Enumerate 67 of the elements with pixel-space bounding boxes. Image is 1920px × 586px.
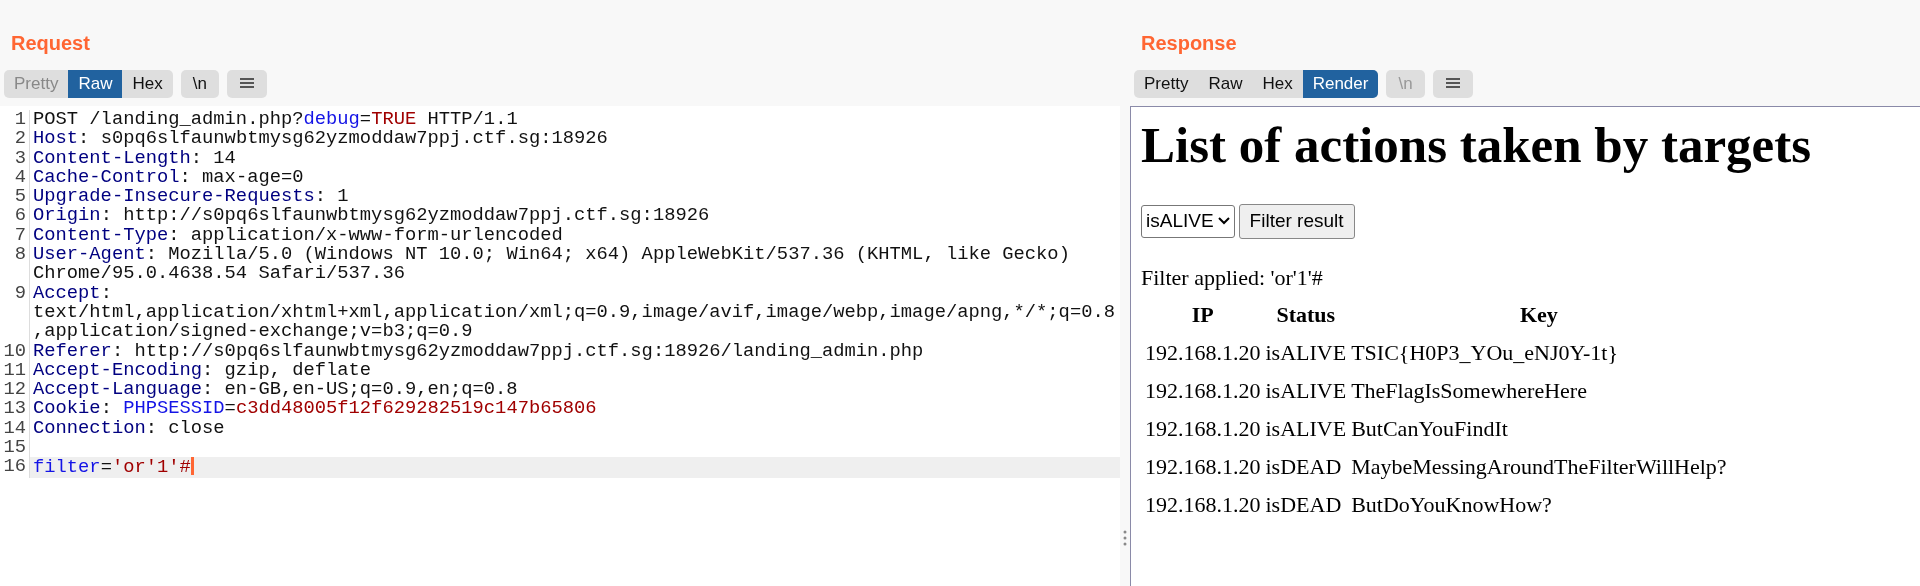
filter-select[interactable]: isALIVE xyxy=(1141,205,1235,238)
filter-applied-text: Filter applied: 'or'1'# xyxy=(1141,263,1324,292)
table-cell-text: TSIC{H0P3_YOu_eNJ0Y-1t} xyxy=(1350,338,1619,367)
panel-title: Response xyxy=(1140,31,1238,56)
column-header: Status xyxy=(1275,300,1337,329)
line-number: 1 xyxy=(0,110,30,130)
panel-title: Request xyxy=(10,31,91,56)
column-header: Key xyxy=(1518,300,1559,329)
code-line: Accept: text/html,application/xhtml+xml,application/xml;q=0.9,image/avif,image/webp,image/apng,*/*;q=0.8,application/signed-exchange;v=b3;q=0.9 xyxy=(32,283,1116,342)
view-tab[interactable]: Hex xyxy=(1252,70,1303,98)
menu-button[interactable] xyxy=(1432,70,1473,98)
table-cell-text: isALIVE xyxy=(1264,338,1348,367)
line-number: 2 xyxy=(0,129,30,149)
text-cursor xyxy=(190,457,194,476)
code-line: Accept-Encoding: gzip, deflate xyxy=(32,360,372,381)
line-number: 15 xyxy=(0,438,30,458)
table-cell-text: isALIVE xyxy=(1264,376,1348,405)
line-number: 8 xyxy=(0,245,30,284)
table-cell-text: 192.168.1.20 xyxy=(1144,376,1262,405)
code-line: Content-Length: 14 xyxy=(32,148,236,168)
table-cell-text: TheFlagIsSomewhereHere xyxy=(1350,376,1588,405)
line-number: 4 xyxy=(0,167,30,188)
table-cell-text: ButCanYouFindIt xyxy=(1350,414,1509,443)
table-cell-text: MaybeMessingAroundTheFilterWillHelp? xyxy=(1350,452,1728,481)
dropdown-caret-icon xyxy=(1217,217,1230,226)
code-line: Connection: close xyxy=(32,418,226,439)
line-number: 13 xyxy=(0,399,30,419)
menu-icon xyxy=(1444,76,1461,90)
code-line: Cookie: PHPSESSID=c3dd48005f12f629282519c147b65806 xyxy=(32,399,598,419)
line-number: 14 xyxy=(0,418,30,439)
table-cell-text: 192.168.1.20 xyxy=(1144,414,1262,443)
filter-result-button[interactable]: Filter result xyxy=(1238,204,1355,239)
code-line: Origin: http://s0pq6slfaunwbtmysg62yzmoddaw7ppj.ctf.sg:18926 xyxy=(32,206,711,226)
line-number: 6 xyxy=(0,206,30,226)
view-tab[interactable]: Raw xyxy=(1198,70,1253,98)
code-line: POST /landing_admin.php?debug=TRUE HTTP/1.1 xyxy=(32,110,519,130)
table-cell-text: 192.168.1.20 xyxy=(1144,452,1262,481)
table-cell-text: isALIVE xyxy=(1264,414,1348,443)
code-line: Content-Type: application/x-www-form-urlencoded xyxy=(32,225,563,246)
code-line: Accept-Language: en-GB,en-US;q=0.9,en;q=0.8 xyxy=(32,380,518,400)
table-cell-text: 192.168.1.20 xyxy=(1144,338,1262,367)
code-line: Referer: http://s0pq6slfaunwbtmysg62yzmoddaw7ppj.ctf.sg:18926/landing_admin.php xyxy=(32,341,925,361)
code-line: Cache-Control: max-age=0 xyxy=(32,167,305,188)
view-tab[interactable]: Pretty xyxy=(1134,70,1199,98)
newline-toggle-button[interactable]: \n xyxy=(180,70,219,98)
line-number: 3 xyxy=(0,148,30,168)
page-heading: List of actions taken by targets xyxy=(1141,116,1813,175)
line-number: 11 xyxy=(0,360,30,381)
line-number: 5 xyxy=(0,187,30,207)
table-cell-text: isDEAD xyxy=(1264,452,1343,481)
table-cell-text: ButDoYouKnowHow? xyxy=(1350,490,1553,519)
column-header: IP xyxy=(1190,300,1215,329)
code-line: User-Agent: Mozilla/5.0 (Windows NT 10.0; Win64; x64) AppleWebKit/537.36 (KHTML, like Gecko) Chrome/95.0.4638.54 Safari/537.36 xyxy=(32,245,1071,284)
table-cell-text: isDEAD xyxy=(1264,490,1343,519)
line-number: 7 xyxy=(0,225,30,246)
view-tab[interactable]: Raw xyxy=(68,70,123,98)
code-line: Upgrade-Insecure-Requests: 1 xyxy=(32,187,349,207)
menu-button[interactable] xyxy=(226,70,267,98)
line-number: 10 xyxy=(0,341,30,361)
menu-icon xyxy=(238,76,255,90)
code-line: Host: s0pq6slfaunwbtmysg62yzmoddaw7ppj.ctf.sg:18926 xyxy=(32,129,609,149)
line-number: 12 xyxy=(0,380,30,400)
drag-handle-icon[interactable] xyxy=(1123,530,1127,546)
table-cell-text: 192.168.1.20 xyxy=(1144,490,1262,519)
view-tab[interactable]: Render xyxy=(1302,70,1379,98)
view-tab[interactable]: Hex xyxy=(122,70,173,98)
line-number: 9 xyxy=(0,283,30,342)
